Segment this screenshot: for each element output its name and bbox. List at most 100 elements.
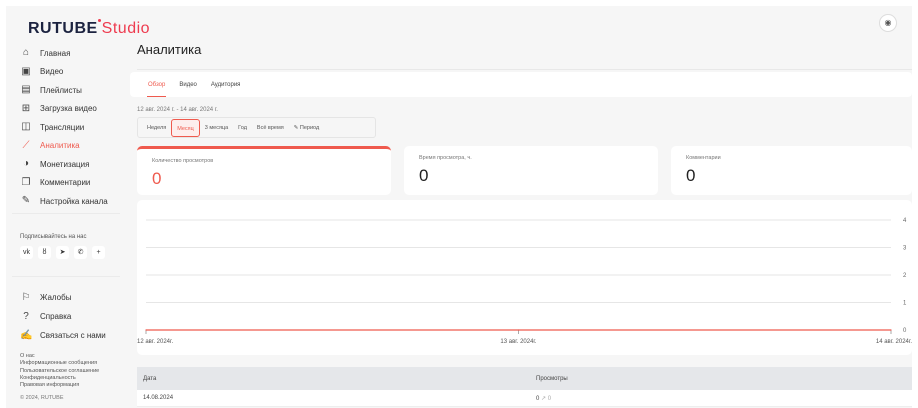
broadcast-icon: ◫ [21, 121, 31, 133]
sidebar-item-label: Видео [40, 67, 64, 77]
logo-brand: RUTUBE [28, 20, 98, 37]
data-point [145, 329, 147, 331]
y-tick-label: 0 [903, 328, 907, 334]
page-title: Аналитика [137, 42, 202, 57]
cell-date: 14.08.2024 [143, 395, 174, 401]
home-icon: ⌂ [22, 47, 30, 59]
x-tick-label: 14 авг. 2024г. [876, 339, 912, 345]
divider [12, 276, 120, 277]
sidebar-item-flag[interactable]: ⚐ Жалобы [20, 288, 106, 307]
metric-value: 0 [686, 166, 696, 185]
sidebar-item-analytics[interactable]: ⟋ Аналитика [20, 137, 108, 156]
record-button[interactable]: ◉ [879, 14, 897, 32]
date-range: 12 авг. 2024 г. - 14 авг. 2024 г. [137, 107, 218, 113]
metric-label: Время просмотра, ч. [419, 155, 472, 161]
sidebar-item-monetization[interactable]: ◑ Монетизация [20, 155, 108, 174]
settings-wand-icon: ✎ [21, 195, 31, 207]
divider [12, 213, 120, 214]
sidebar-item-label: Монетизация [40, 159, 90, 169]
comments-icon: ❐ [21, 176, 31, 188]
plus-icon[interactable]: + [92, 246, 105, 259]
x-tick-label: 12 авг. 2024г. [137, 339, 173, 345]
period-selector: Неделя Месяц 3 месяца Год Всё время ✎ Пе… [137, 117, 376, 138]
y-tick-label: 1 [903, 301, 907, 307]
y-tick-label: 4 [903, 218, 907, 224]
period-custom-label: Период [299, 124, 320, 131]
sidebar-item-label: Трансляции [40, 122, 85, 132]
period-month[interactable]: Месяц [171, 118, 200, 137]
data-point [890, 329, 892, 331]
metric-value: 0 [419, 166, 429, 185]
sidebar-item-help[interactable]: ? Справка [20, 307, 106, 326]
sidebar-item-comments[interactable]: ❐ Комментарии [20, 174, 108, 193]
footer-link[interactable]: Правовая информация [20, 382, 99, 389]
social-links: vk ȣ ➤ ✆ + [20, 246, 105, 259]
copyright: © 2024, RUTUBE [20, 395, 64, 401]
views-trend: ↗ 0 [541, 395, 552, 402]
vk-icon[interactable]: vk [20, 246, 33, 259]
page: RUTUBE Studio ⌂ Главная ▣ Видео ▤ Плейлисты ⊞ За… [6, 6, 912, 408]
footer-link[interactable]: Информационные сообщения [20, 360, 99, 367]
sidebar-nav: ⌂ Главная ▣ Видео ▤ Плейлисты ⊞ Загрузка видео ◫… [20, 44, 108, 211]
divider [137, 69, 912, 70]
period-custom[interactable]: ✎ Период [289, 119, 324, 137]
table-row: 14.08.2024 0 ↗ 0 [137, 390, 912, 407]
metric-card-views[interactable]: Количество просмотров 0 [137, 146, 391, 195]
views-chart: 4 3 2 1 0 12 авг. 2024г. 13 авг. 2024г. 14 авг.… [137, 200, 912, 355]
sidebar-item-label: Аналитика [40, 141, 80, 151]
period-year[interactable]: Год [233, 119, 252, 137]
tab-video[interactable]: Видео [179, 82, 197, 88]
y-tick-label: 3 [903, 246, 907, 252]
sidebar-item-playlist[interactable]: ▤ Плейлисты [20, 81, 108, 100]
views-value: 0 [536, 395, 540, 402]
tab-audience[interactable]: Аудитория [211, 82, 241, 88]
sidebar-item-label: Загрузка видео [40, 104, 97, 114]
playlist-icon: ▤ [21, 84, 31, 96]
y-tick-label: 2 [903, 273, 907, 279]
period-week[interactable]: Неделя [142, 119, 171, 137]
table-header: Дата Просмотры [137, 367, 912, 390]
footer-link[interactable]: Конфиденциальность [20, 375, 99, 382]
metric-label: Комментарии [686, 155, 721, 161]
footer-link[interactable]: Пользовательское соглашение [20, 368, 99, 375]
x-tick-label: 13 авг. 2024г. [500, 339, 536, 345]
sidebar-item-broadcast[interactable]: ◫ Трансляции [20, 118, 108, 137]
column-views[interactable]: Просмотры [532, 376, 568, 382]
contact-icon: ✍ [20, 329, 33, 341]
column-date[interactable]: Дата [137, 376, 532, 382]
sidebar-item-label: Связаться с нами [40, 331, 106, 340]
analytics-icon: ⟋ [22, 139, 30, 151]
upload-icon: ⊞ [21, 102, 31, 114]
flag-icon: ⚐ [21, 291, 31, 303]
sidebar-item-label: Справка [40, 312, 72, 321]
chart-svg: 4 3 2 1 0 12 авг. 2024г. 13 авг. 2024г. 14 авг.… [137, 218, 912, 345]
cell-views: 0 ↗ 0 [532, 395, 551, 402]
sidebar-item-video[interactable]: ▣ Видео [20, 63, 108, 82]
sidebar-item-label: Комментарии [40, 178, 91, 188]
telegram-icon[interactable]: ➤ [56, 246, 69, 259]
period-all-time[interactable]: Всё время [252, 119, 289, 137]
sidebar-item-upload[interactable]: ⊞ Загрузка видео [20, 100, 108, 119]
footer-link[interactable]: О нас [20, 353, 99, 360]
analytics-tabs: Обзор Видео Аудитория [130, 72, 912, 97]
footer-links: О нас Информационные сообщения Пользовател… [20, 353, 99, 389]
metric-card-comments[interactable]: Комментарии 0 [671, 146, 912, 195]
period-3-months[interactable]: 3 месяца [200, 119, 233, 137]
video-icon: ▣ [21, 65, 31, 77]
monetization-icon: ◑ [22, 158, 30, 170]
metric-card-watch-time[interactable]: Время просмотра, ч. 0 [404, 146, 658, 195]
help-icon: ? [23, 310, 29, 322]
rutube-studio-logo[interactable]: RUTUBE Studio [28, 20, 150, 38]
ok-icon[interactable]: ȣ [38, 246, 51, 259]
tab-overview[interactable]: Обзор [146, 82, 167, 97]
data-point [517, 329, 520, 331]
follow-label: Подписывайтесь на нас [20, 234, 87, 240]
sidebar-item-label: Жалобы [40, 293, 72, 302]
metric-value: 0 [152, 169, 162, 188]
sidebar-item-label: Настройка канала [40, 196, 108, 206]
sidebar-bottom-nav: ⚐ Жалобы? Справка ✍ Связаться с нами [20, 288, 106, 345]
viber-icon[interactable]: ✆ [74, 246, 87, 259]
sidebar-item-contact[interactable]: ✍ Связаться с нами [20, 326, 106, 345]
sidebar-item-settings-wand[interactable]: ✎ Настройка канала [20, 192, 108, 211]
sidebar-item-home[interactable]: ⌂ Главная [20, 44, 108, 63]
